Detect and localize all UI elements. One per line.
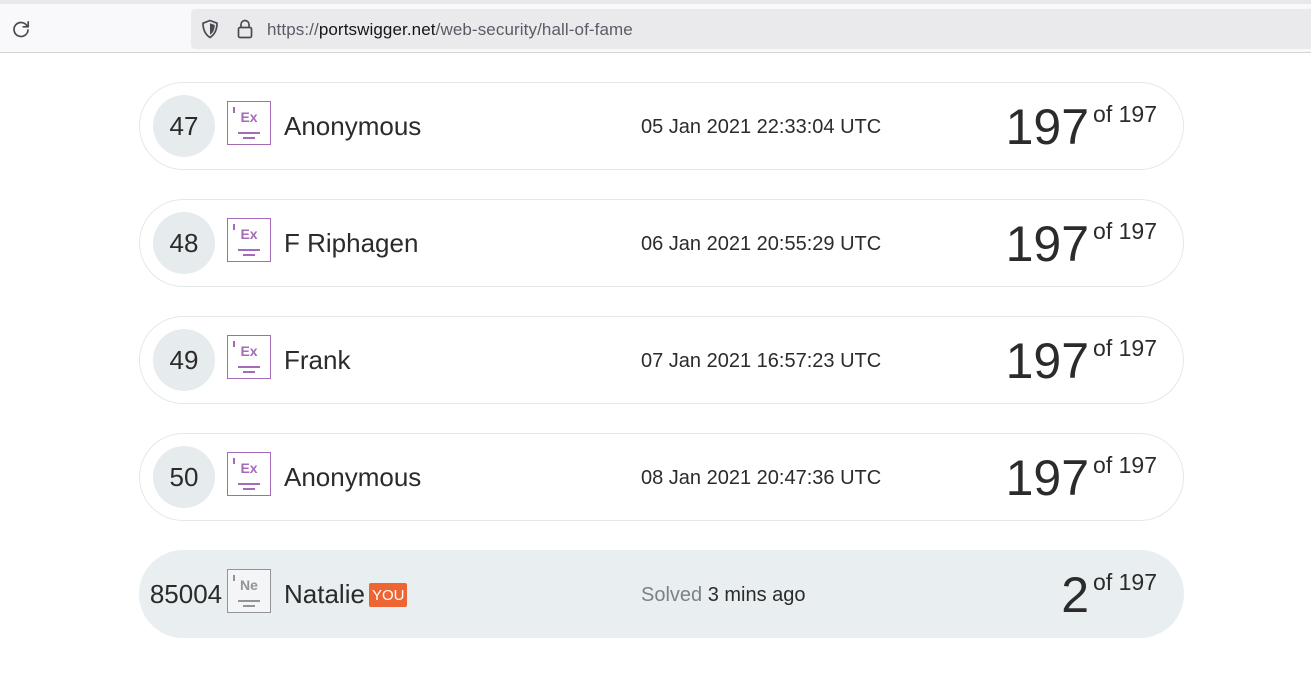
completion-time: 06 Jan 2021 20:55:29 UTC <box>641 233 882 255</box>
score-total: of 197 <box>1093 218 1157 245</box>
badge-symbol: Ex <box>240 109 258 125</box>
badge-symbol: Ex <box>240 343 258 359</box>
you-badge: YOU <box>368 583 408 607</box>
leaderboard-row: 47 Ex Anonymous 05 Jan 2021 22:33:04 UTC… <box>139 82 1184 170</box>
score-value: 197 <box>1005 216 1090 272</box>
score-total: of 197 <box>1093 101 1157 128</box>
url-text[interactable]: https://portswigger.net/web-security/hal… <box>267 20 633 40</box>
badge-symbol: Ex <box>240 226 258 242</box>
solved-label: Solved <box>641 584 703 606</box>
completion-time: 08 Jan 2021 20:47:36 UTC <box>641 467 882 489</box>
user-name: Natalie YOU <box>284 579 408 610</box>
browser-toolbar: https://portswigger.net/web-security/hal… <box>0 4 1311 53</box>
badge-symbol: Ex <box>240 460 258 476</box>
score-value: 197 <box>1005 99 1090 155</box>
score-value: 2 <box>1061 567 1090 623</box>
current-user-row: 85004 Ne Natalie YOU Solved 3 mins ago 2o… <box>139 550 1184 638</box>
expert-badge-icon: Ex <box>227 218 271 262</box>
rank-number: 50 <box>153 446 215 508</box>
expert-badge-icon: Ex <box>227 452 271 496</box>
score: 2 of 197 <box>1061 566 1157 624</box>
completion-time: 05 Jan 2021 22:33:04 UTC <box>641 116 882 138</box>
completion-time: Solved 3 mins ago <box>641 584 806 607</box>
user-name: Frank <box>284 345 351 375</box>
solved-time: 3 mins ago <box>707 584 806 606</box>
leaderboard-row: 48 Ex F Riphagen 06 Jan 2021 20:55:29 UT… <box>139 199 1184 287</box>
score: 197 of 197 <box>1006 332 1157 390</box>
url-path: /web-security/hall-of-fame <box>435 20 633 39</box>
leaderboard-row: 49 Ex Frank 07 Jan 2021 16:57:23 UTC 197… <box>139 316 1184 404</box>
score-value: 197 <box>1005 450 1090 506</box>
rank-number: 49 <box>153 329 215 391</box>
user-name: Anonymous <box>284 462 422 492</box>
rank-number: 85004 <box>149 578 223 609</box>
expert-badge-icon: Ex <box>227 101 271 145</box>
score-value: 197 <box>1005 333 1090 389</box>
badge-symbol: Ne <box>240 577 258 593</box>
score: 197 of 197 <box>1006 215 1157 273</box>
score-total: of 197 <box>1093 569 1157 596</box>
rank-number: 48 <box>153 212 215 274</box>
score-total: of 197 <box>1093 452 1157 479</box>
user-name: Anonymous <box>284 111 422 141</box>
novice-badge-icon: Ne <box>227 569 271 613</box>
url-host: portswigger.net <box>318 20 436 39</box>
lock-icon[interactable] <box>235 18 255 40</box>
expert-badge-icon: Ex <box>227 335 271 379</box>
shield-icon[interactable] <box>200 19 220 39</box>
completion-time: 07 Jan 2021 16:57:23 UTC <box>641 350 882 372</box>
address-bar[interactable]: https://portswigger.net/web-security/hal… <box>191 9 1311 49</box>
rank-number: 47 <box>153 95 215 157</box>
url-protocol: https:// <box>267 20 319 39</box>
user-name: F Riphagen <box>284 228 419 258</box>
user-name-text: Natalie <box>284 579 365 609</box>
score: 197 of 197 <box>1006 449 1157 507</box>
score-total: of 197 <box>1093 335 1157 362</box>
score: 197 of 197 <box>1006 98 1157 156</box>
leaderboard-row: 50 Ex Anonymous 08 Jan 2021 20:47:36 UTC… <box>139 433 1184 521</box>
reload-icon[interactable] <box>9 17 33 41</box>
